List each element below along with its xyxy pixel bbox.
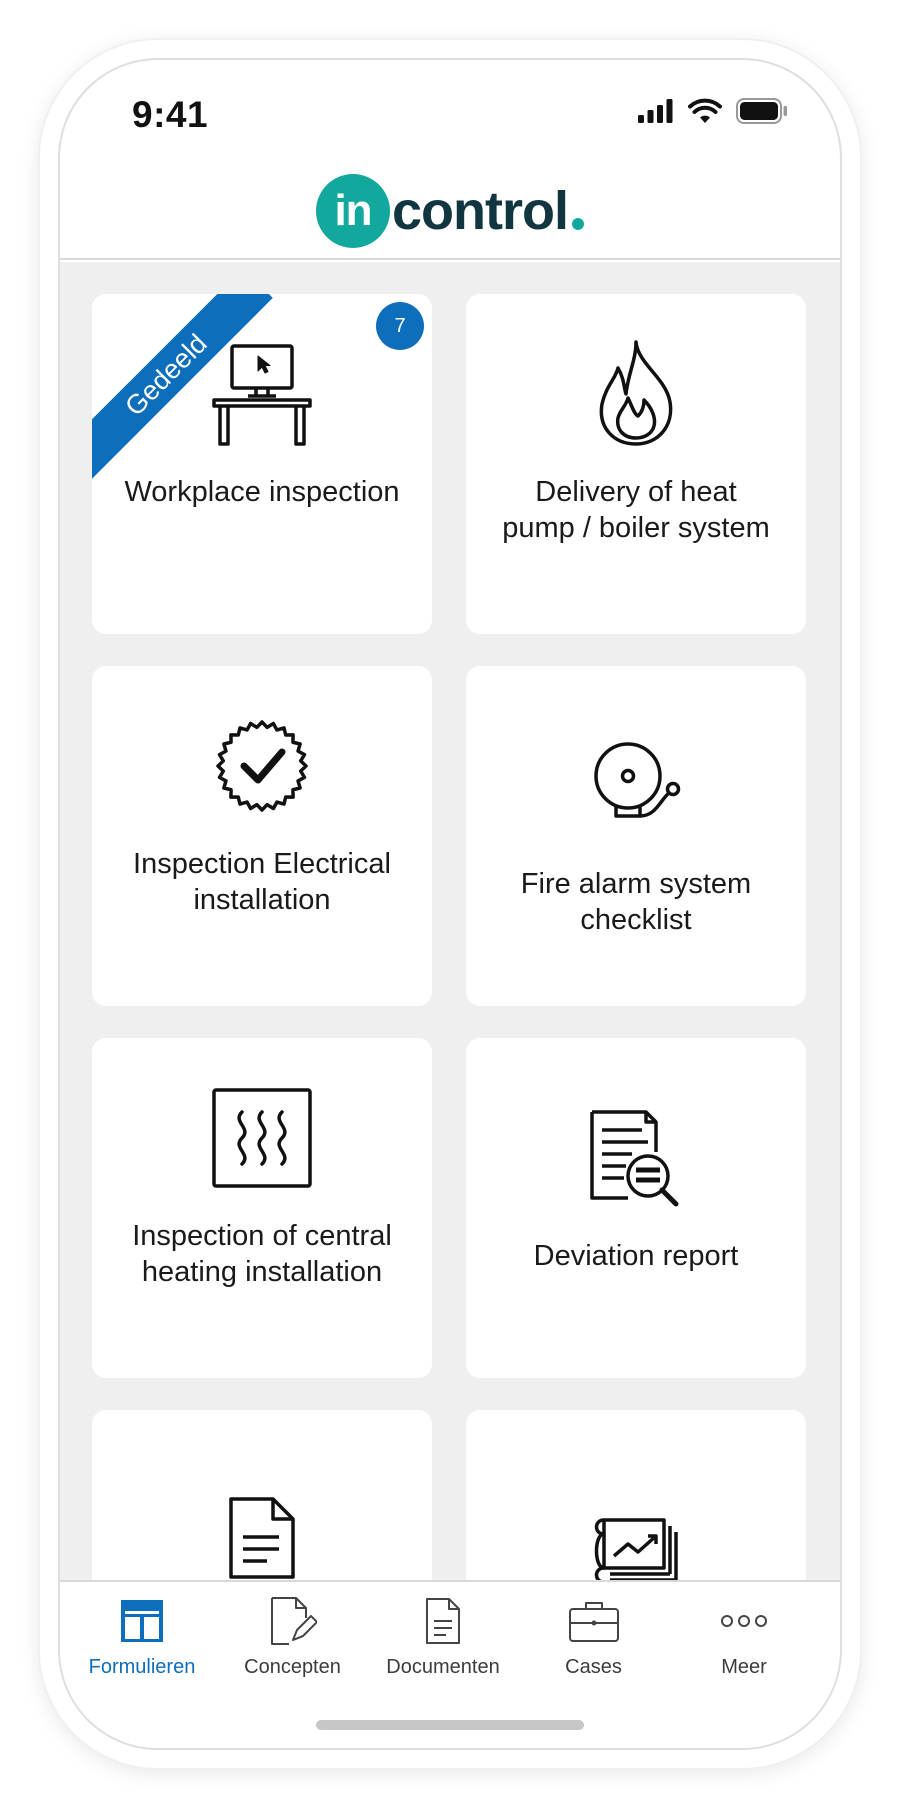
certified-check-icon — [214, 710, 310, 822]
phone-screen: 9:41 in control Gedeeld 7 Workplace insp… — [58, 58, 842, 1750]
document-icon — [424, 1594, 462, 1648]
form-title: Inspection of central heating installati… — [132, 1220, 392, 1288]
count-badge: 7 — [376, 302, 424, 350]
tab-label: Meer — [721, 1656, 767, 1678]
form-card-report[interactable] — [466, 1410, 806, 1584]
bottom-tab-bar: Formulieren Concepten Documenten Cases M… — [60, 1580, 840, 1748]
form-title: Workplace inspection — [124, 476, 400, 508]
form-card-document[interactable] — [92, 1410, 432, 1584]
logo-wordmark: control — [392, 181, 569, 241]
report-chart-icon — [590, 1498, 682, 1584]
document-search-icon — [588, 1102, 684, 1214]
logo-dot — [572, 218, 584, 230]
tab-label: Formulieren — [88, 1656, 196, 1678]
tab-meer[interactable]: Meer — [678, 1594, 810, 1679]
tab-formulieren[interactable]: Formulieren — [76, 1594, 208, 1679]
heater-icon — [210, 1082, 314, 1194]
tab-concepten[interactable]: Concepten — [227, 1594, 359, 1679]
tab-documenten[interactable]: Documenten — [377, 1594, 509, 1679]
desk-computer-icon — [210, 338, 314, 450]
tab-cases[interactable]: Cases — [528, 1594, 660, 1679]
battery-icon — [736, 98, 788, 129]
form-title: Delivery of heat pump / boiler system — [502, 476, 770, 544]
form-title: Deviation report — [533, 1240, 739, 1272]
home-indicator — [316, 1720, 584, 1730]
tab-label: Documenten — [386, 1656, 500, 1678]
status-icons — [638, 98, 788, 129]
form-title: Inspection Electrical installation — [133, 848, 391, 916]
document-icon — [227, 1482, 297, 1584]
more-icon — [720, 1594, 768, 1648]
forms-list: Gedeeld 7 Workplace inspection Delivery … — [60, 262, 840, 1584]
form-card-workplace-inspection[interactable]: Gedeeld 7 Workplace inspection — [92, 294, 432, 634]
forms-icon — [120, 1594, 164, 1648]
signal-icon — [638, 99, 674, 128]
briefcase-icon — [568, 1594, 620, 1648]
form-card-central-heating-inspection[interactable]: Inspection of central heating installati… — [92, 1038, 432, 1378]
alarm-bell-icon — [588, 730, 684, 842]
forms-grid: Gedeeld 7 Workplace inspection Delivery … — [92, 294, 812, 1584]
logo-badge: in — [316, 174, 390, 248]
app-header: in control — [60, 164, 840, 260]
status-bar: 9:41 — [60, 60, 840, 170]
form-card-deviation-report[interactable]: Deviation report — [466, 1038, 806, 1378]
status-time: 9:41 — [132, 94, 209, 135]
tab-label: Cases — [565, 1656, 622, 1678]
draft-edit-icon — [269, 1594, 317, 1648]
form-card-fire-alarm-checklist[interactable]: Fire alarm system checklist — [466, 666, 806, 1006]
flame-icon — [596, 338, 676, 450]
form-title: Fire alarm system checklist — [520, 868, 752, 936]
form-card-electrical-inspection[interactable]: Inspection Electrical installation — [92, 666, 432, 1006]
tab-label: Concepten — [244, 1656, 341, 1678]
incontrol-logo: in control — [316, 174, 584, 248]
form-card-heat-pump-delivery[interactable]: Delivery of heat pump / boiler system — [466, 294, 806, 634]
wifi-icon — [688, 98, 722, 129]
